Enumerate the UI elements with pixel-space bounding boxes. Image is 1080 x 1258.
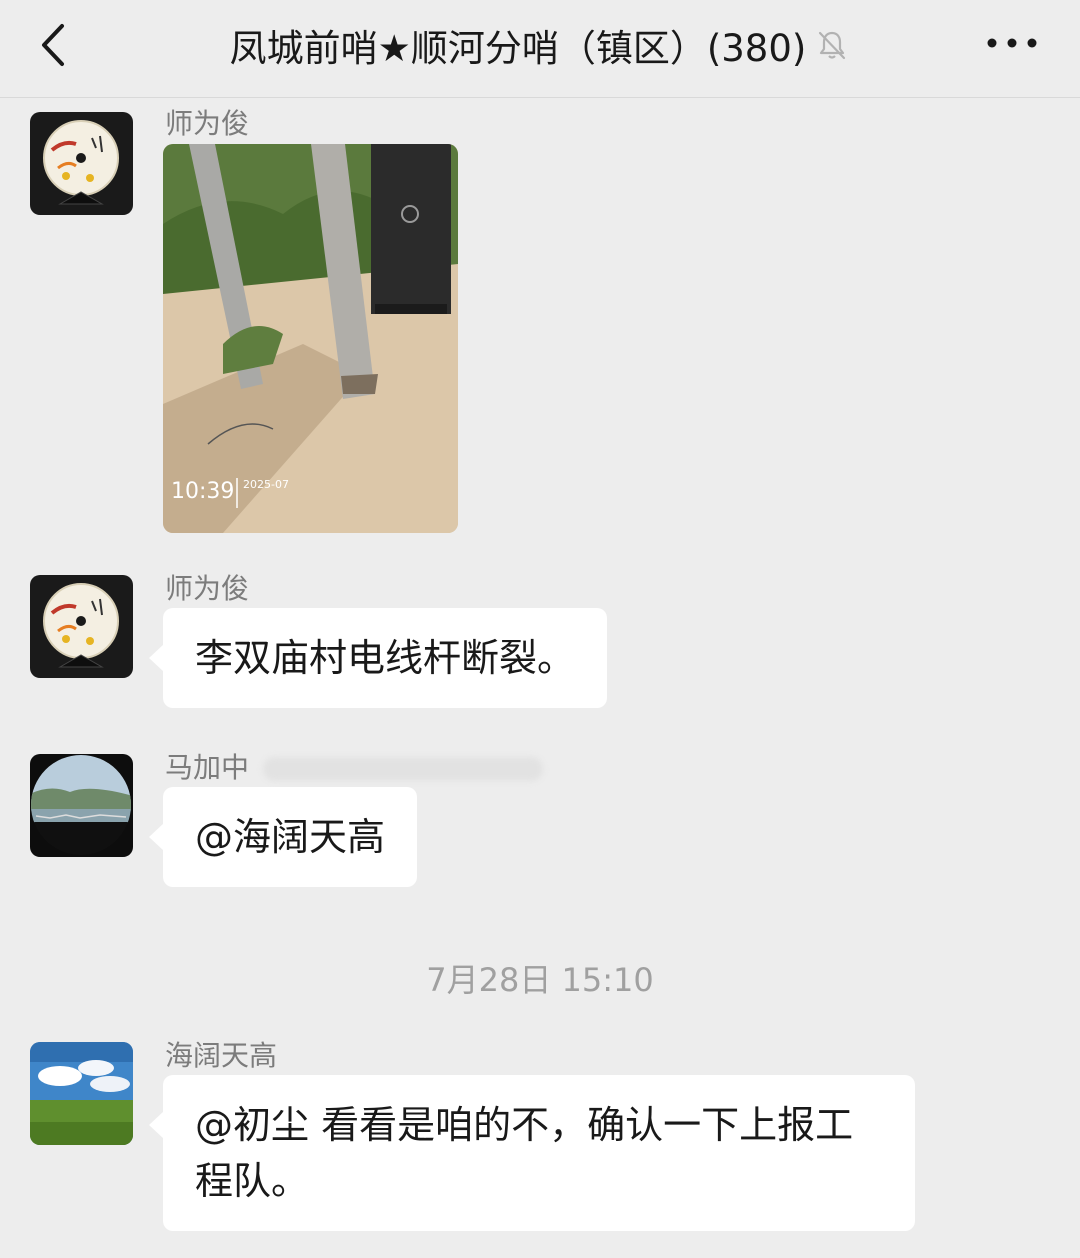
avatar[interactable] [30, 112, 133, 215]
chat-title-area: 凤城前哨★顺河分哨（镇区）(380) [110, 0, 970, 90]
message-bubble[interactable]: @海阔天高 [148, 787, 418, 887]
blurred-name-suffix [263, 757, 544, 781]
photo-message[interactable]: 10:39 2025-07 [163, 144, 458, 533]
time-separator: 7月28日 15:10 [426, 961, 654, 999]
avatar[interactable] [30, 754, 133, 857]
more-button[interactable] [984, 28, 1040, 58]
message-bubble[interactable]: @初尘 看看是咱的不，确认一下上报工程队。 [149, 1075, 915, 1231]
message-bubble[interactable]: 李双庙村电线杆断裂。 [148, 608, 608, 708]
message-text: @初尘 看看是咱的不，确认一下上报工程队。 [195, 1103, 854, 1203]
message-text: @海阔天高 [195, 815, 386, 859]
sender-name: 师为俊 [165, 107, 250, 140]
bell-muted-icon [819, 31, 846, 60]
sender-name-row: 马加中 [165, 746, 544, 786]
sky-avatar-icon [30, 1042, 133, 1145]
utility-pole-photo: 10:39 2025-07 [163, 144, 458, 533]
back-button[interactable] [30, 20, 80, 70]
photo-date-watermark: 2025-07 [243, 478, 289, 491]
more-dots-icon [987, 38, 1037, 48]
sender-name: 师为俊 [165, 572, 250, 605]
chevron-left-icon [42, 24, 64, 66]
plate-avatar-icon [30, 575, 133, 678]
chat-header: 凤城前哨★顺河分哨（镇区）(380) [0, 0, 1080, 98]
landscape-avatar-icon [30, 754, 133, 857]
avatar[interactable] [30, 1042, 133, 1145]
message-text: 李双庙村电线杆断裂。 [195, 636, 576, 680]
sender-name: 马加中 [165, 751, 250, 784]
avatar[interactable] [30, 575, 133, 678]
sender-name: 海阔天高 [165, 1039, 278, 1072]
photo-time-watermark: 10:39 [171, 479, 234, 504]
plate-avatar-icon [30, 112, 133, 215]
chat-title: 凤城前哨★顺河分哨（镇区）(380) [229, 27, 807, 70]
